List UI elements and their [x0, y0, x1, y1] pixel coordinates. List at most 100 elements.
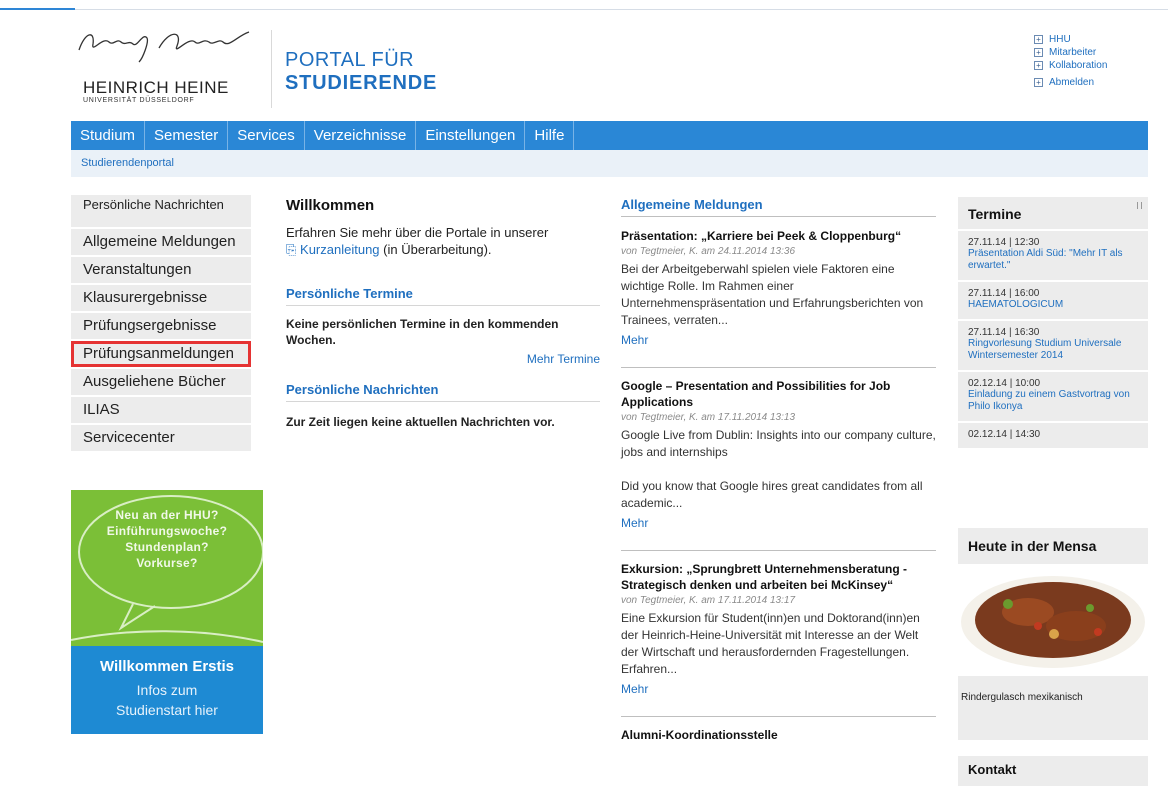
- banner-line1: Neu an der HHU?: [115, 508, 219, 522]
- logo-subtitle: UNIVERSITÄT DÜSSELDORF: [83, 97, 195, 104]
- event-item[interactable]: 27.11.14 | 16:00 HAEMATOLOGICUM: [958, 280, 1148, 319]
- welcome-column: Willkommen Erfahren Sie mehr über die Po…: [286, 197, 600, 430]
- kontakt-heading: Kontakt: [968, 762, 1017, 777]
- event-date: 02.12.14 | 14:30: [968, 429, 1041, 440]
- nav-studium[interactable]: Studium: [71, 121, 146, 150]
- termine-empty-text: Keine persönlichen Termine in den kommen…: [286, 317, 559, 347]
- dish-illustration: [961, 576, 1145, 668]
- sidebar-item-klausurergebnisse[interactable]: Klausurergebnisse: [71, 285, 251, 311]
- header-divider: [271, 30, 272, 108]
- event-date: 27.11.14 | 12:30: [968, 237, 1040, 248]
- portal-title-line2: STUDIERENDE: [285, 72, 438, 94]
- termine-box: Termine 27.11.14 | 12:30 Präsentation Al…: [958, 197, 1148, 448]
- top-link-kollaboration[interactable]: + Kollaboration: [1034, 59, 1107, 72]
- sidebar-item-pruefungsergebnisse[interactable]: Prüfungsergebnisse: [71, 313, 251, 339]
- persoenliche-termine-heading: Persönliche Termine: [286, 286, 600, 306]
- sidebar-item-allgemeine-meldungen[interactable]: Allgemeine Meldungen: [71, 229, 251, 255]
- event-item[interactable]: 02.12.14 | 14:30: [958, 421, 1148, 448]
- expand-icon: +: [1034, 61, 1043, 70]
- top-link-label: Kollaboration: [1049, 60, 1108, 71]
- top-link-label: HHU: [1049, 34, 1071, 45]
- banner-line2: Einführungswoche?: [106, 524, 228, 538]
- news-item-more-link[interactable]: Mehr: [621, 682, 648, 696]
- event-item[interactable]: 27.11.14 | 16:30 Ringvorlesung Studium U…: [958, 319, 1148, 370]
- top-link-abmelden[interactable]: + Abmelden: [1034, 76, 1107, 89]
- news-item-body: Bei der Arbeitgeberwahl spielen viele Fa…: [621, 262, 924, 327]
- news-item-body: Google Live from Dublin: Insights into o…: [621, 428, 936, 459]
- news-column: Allgemeine Meldungen Präsentation: „Karr…: [621, 197, 936, 743]
- expand-icon: +: [1034, 78, 1043, 87]
- page-header: HEINRICH HEINE UNIVERSITÄT DÜSSELDORF PO…: [71, 22, 1151, 117]
- event-item[interactable]: 02.12.14 | 10:00 Einladung zu einem Gast…: [958, 370, 1148, 421]
- sidebar-item-pruefungsanmeldungen[interactable]: Prüfungsanmeldungen: [71, 341, 251, 367]
- banner-sub2: Studienstart hier: [116, 702, 218, 718]
- termine-panel: Termine 27.11.14 | 12:30 Präsentation Al…: [958, 197, 1148, 448]
- event-title[interactable]: Ringvorlesung Studium Universale Winters…: [968, 338, 1138, 362]
- top-link-label: Abmelden: [1049, 77, 1095, 88]
- mehr-termine-link[interactable]: Mehr Termine: [527, 352, 600, 366]
- pin-icon[interactable]: [1137, 202, 1142, 209]
- signature-logo-graphic: [78, 31, 250, 63]
- sidebar-item-ilias[interactable]: ILIAS: [71, 397, 251, 423]
- nav-services[interactable]: Services: [228, 121, 305, 150]
- news-item-title[interactable]: Exkursion: „Sprungbrett Unternehmensbera…: [621, 561, 936, 593]
- breadcrumb-link[interactable]: Studierendenportal: [81, 157, 174, 169]
- welcome-text: Erfahren Sie mehr über die Portale in un…: [286, 224, 600, 258]
- nav-verzeichnisse[interactable]: Verzeichnisse: [305, 121, 417, 150]
- news-item-meta: von Tegtmeier, K. am 24.11.2014 13:36: [621, 246, 796, 257]
- news-divider: [621, 367, 936, 368]
- sidebar: Persönliche Nachrichten Allgemeine Meldu…: [71, 195, 251, 453]
- news-heading: Allgemeine Meldungen: [621, 197, 936, 217]
- banner-line3: Stundenplan?: [125, 540, 209, 554]
- banner-title: Willkommen Erstis: [99, 658, 235, 675]
- welcome-text-post: (in Überarbeitung).: [383, 242, 492, 257]
- news-item-meta: von Tegtmeier, K. am 17.11.2014 13:13: [621, 412, 796, 423]
- welcome-text-pre: Erfahren Sie mehr über die Portale in un…: [286, 225, 549, 240]
- news-item-body: Eine Exkursion für Student(inn)en und Do…: [621, 611, 920, 676]
- event-title[interactable]: HAEMATOLOGICUM: [968, 299, 1138, 311]
- event-title[interactable]: Einladung zu einem Gastvortrag von Philo…: [968, 389, 1138, 413]
- termine-heading: Termine: [968, 206, 1022, 222]
- university-logo[interactable]: HEINRICH HEINE UNIVERSITÄT DÜSSELDORF: [71, 22, 256, 112]
- banner-green-area: Neu an der HHU? Einführungswoche? Stunde…: [71, 490, 263, 646]
- portal-title: PORTAL FÜR STUDIERENDE: [285, 49, 437, 95]
- news-item-meta: von Tegtmeier, K. am 17.11.2014 13:17: [621, 595, 796, 606]
- nav-hilfe[interactable]: Hilfe: [525, 121, 575, 150]
- erstis-banner[interactable]: Neu an der HHU? Einführungswoche? Stunde…: [71, 490, 263, 734]
- mensa-heading: Heute in der Mensa: [968, 538, 1097, 554]
- event-date: 02.12.14 | 10:00: [968, 378, 1041, 389]
- nachrichten-empty-text: Zur Zeit liegen keine aktuellen Nachrich…: [286, 415, 555, 429]
- event-title[interactable]: Präsentation Aldi Süd: "Mehr IT als erwa…: [968, 248, 1138, 272]
- top-link-hhu[interactable]: + HHU: [1034, 33, 1107, 46]
- top-link-mitarbeiter[interactable]: + Mitarbeiter: [1034, 46, 1107, 59]
- document-icon: ⎘: [286, 242, 297, 257]
- sidebar-item-servicecenter[interactable]: Servicecenter: [71, 425, 251, 451]
- sidebar-item-ausgeliehene-buecher[interactable]: Ausgeliehene Bücher: [71, 369, 251, 395]
- nav-einstellungen[interactable]: Einstellungen: [416, 121, 526, 150]
- news-item: Google – Presentation and Possibilities …: [621, 378, 936, 532]
- breadcrumb: Studierendenportal: [71, 150, 1148, 177]
- event-date: 27.11.14 | 16:30: [968, 327, 1040, 338]
- dish-image: [958, 564, 1148, 676]
- news-item-title[interactable]: Präsentation: „Karriere bei Peek & Clopp…: [621, 228, 936, 244]
- logo-name: HEINRICH HEINE: [83, 78, 229, 97]
- event-item[interactable]: 27.11.14 | 12:30 Präsentation Aldi Süd: …: [958, 229, 1148, 280]
- top-link-label: Mitarbeiter: [1049, 47, 1097, 58]
- kurzanleitung-link[interactable]: Kurzanleitung: [300, 242, 380, 257]
- top-links: + HHU + Mitarbeiter + Kollaboration + Abmeld…: [1034, 33, 1107, 89]
- persoenliche-nachrichten-heading: Persönliche Nachrichten: [286, 382, 600, 402]
- main-nav: Studium Semester Services Verzeichnisse …: [71, 121, 1148, 150]
- expand-icon: +: [1034, 35, 1043, 44]
- nav-semester[interactable]: Semester: [145, 121, 229, 150]
- portal-title-line1: PORTAL FÜR: [285, 49, 415, 71]
- kontakt-box: Kontakt: [958, 756, 1148, 786]
- news-item-title[interactable]: Alumni-Koordinationsstelle: [621, 727, 936, 743]
- sidebar-item-persoenliche-nachrichten[interactable]: Persönliche Nachrichten: [71, 195, 251, 227]
- news-item-title[interactable]: Google – Presentation and Possibilities …: [621, 378, 936, 410]
- dish-caption: Rindergulasch mexikanisch: [961, 692, 1083, 703]
- news-item-more-link[interactable]: Mehr: [621, 333, 648, 347]
- sidebar-item-veranstaltungen[interactable]: Veranstaltungen: [71, 257, 251, 283]
- news-item-more-link[interactable]: Mehr: [621, 516, 648, 530]
- news-item-body-2: Did you know that Google hires great can…: [621, 479, 923, 510]
- banner-line4: Vorkurse?: [136, 556, 198, 570]
